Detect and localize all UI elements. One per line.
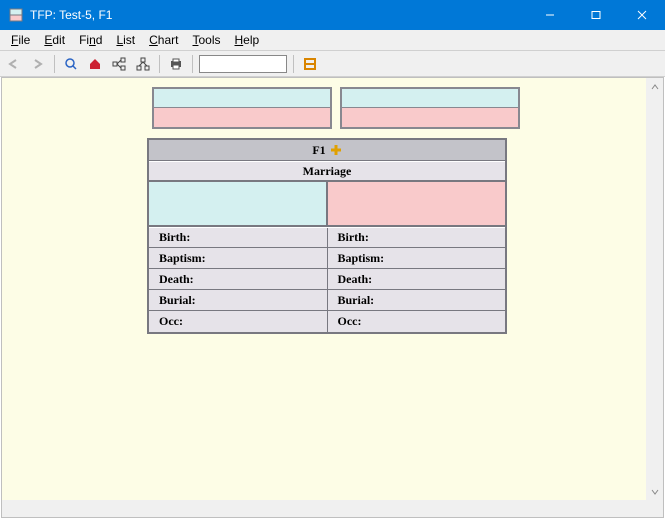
menu-help[interactable]: Help	[228, 31, 267, 49]
search-icon[interactable]	[61, 54, 81, 74]
scroll-corner	[646, 500, 663, 517]
mother-parents-box[interactable]	[340, 87, 520, 129]
search-input[interactable]	[199, 55, 287, 73]
wife-birth: Birth:	[328, 228, 506, 247]
close-button[interactable]	[619, 0, 665, 30]
forward-button[interactable]	[28, 54, 48, 74]
spouses-row	[149, 182, 505, 227]
menubar: File Edit Find List Chart Tools Help	[0, 30, 665, 51]
husband-death: Death:	[149, 269, 328, 289]
chart-canvas: F1 Marriage Birth: Birth: Baptism: B	[2, 78, 646, 500]
descendant-icon[interactable]	[133, 54, 153, 74]
family-card: F1 Marriage Birth: Birth: Baptism: B	[147, 138, 507, 334]
menu-file[interactable]: File	[4, 31, 37, 49]
app-icon	[8, 7, 24, 23]
menu-edit[interactable]: Edit	[37, 31, 72, 49]
maximize-button[interactable]	[573, 0, 619, 30]
wife-occ: Occ:	[328, 311, 506, 332]
maternal-grandfather-slot[interactable]	[342, 89, 518, 108]
family-id-row[interactable]: F1	[149, 140, 505, 161]
back-button[interactable]	[4, 54, 24, 74]
row-occ[interactable]: Occ: Occ:	[149, 311, 505, 332]
maternal-grandmother-slot[interactable]	[342, 108, 518, 127]
menu-chart[interactable]: Chart	[142, 31, 185, 49]
data-rows: Birth: Birth: Baptism: Baptism: Death: D…	[149, 227, 505, 332]
edit-icon[interactable]	[300, 54, 320, 74]
husband-birth: Birth:	[149, 228, 328, 247]
paternal-grandfather-slot[interactable]	[154, 89, 330, 108]
window-controls	[527, 0, 665, 30]
wife-death: Death:	[328, 269, 506, 289]
marriage-row[interactable]: Marriage	[149, 161, 505, 182]
window-title: TFP: Test-5, F1	[30, 8, 527, 22]
menu-list[interactable]: List	[109, 31, 142, 49]
menu-find[interactable]: Find	[72, 31, 109, 49]
husband-burial: Burial:	[149, 290, 328, 310]
toolbar	[0, 51, 665, 77]
vertical-scrollbar[interactable]	[646, 78, 663, 500]
father-parents-box[interactable]	[152, 87, 332, 129]
menu-tools[interactable]: Tools	[185, 31, 227, 49]
row-burial[interactable]: Burial: Burial:	[149, 290, 505, 311]
row-birth[interactable]: Birth: Birth:	[149, 227, 505, 248]
family-id: F1	[312, 143, 325, 158]
wife-burial: Burial:	[328, 290, 506, 310]
row-death[interactable]: Death: Death:	[149, 269, 505, 290]
paternal-grandmother-slot[interactable]	[154, 108, 330, 127]
titlebar: TFP: Test-5, F1	[0, 0, 665, 30]
print-icon[interactable]	[166, 54, 186, 74]
husband-baptism: Baptism:	[149, 248, 328, 268]
husband-occ: Occ:	[149, 311, 328, 332]
pedigree-icon[interactable]	[109, 54, 129, 74]
home-icon[interactable]	[85, 54, 105, 74]
add-icon[interactable]	[330, 144, 342, 156]
horizontal-scrollbar[interactable]	[2, 500, 646, 517]
marriage-label: Marriage	[303, 164, 352, 179]
wife-baptism: Baptism:	[328, 248, 506, 268]
content-wrap: F1 Marriage Birth: Birth: Baptism: B	[1, 77, 664, 518]
minimize-button[interactable]	[527, 0, 573, 30]
husband-slot[interactable]	[149, 182, 328, 225]
scroll-up-icon[interactable]	[646, 78, 663, 95]
scroll-down-icon[interactable]	[646, 483, 663, 500]
row-baptism[interactable]: Baptism: Baptism:	[149, 248, 505, 269]
wife-slot[interactable]	[328, 182, 505, 225]
